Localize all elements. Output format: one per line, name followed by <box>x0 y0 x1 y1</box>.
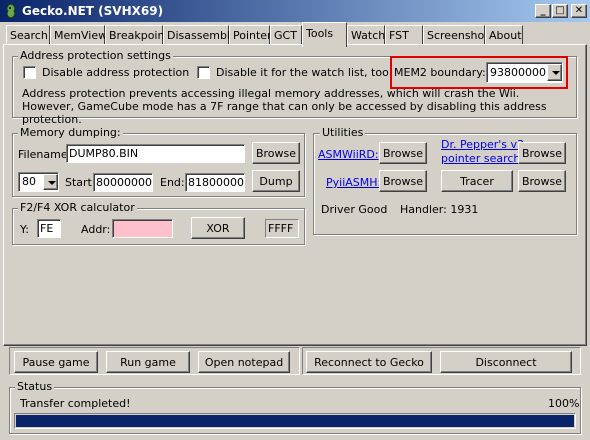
status-text: Transfer completed! <box>20 397 131 410</box>
tab-watch[interactable]: Watch <box>347 25 385 45</box>
dump-button[interactable]: Dump <box>252 170 300 192</box>
open-notepad-button[interactable]: Open notepad <box>198 351 290 373</box>
tab-screenshot[interactable]: Screenshot <box>423 25 489 45</box>
progress-percent: 100% <box>548 397 580 410</box>
start-label: Start: <box>65 176 96 189</box>
xor-button[interactable]: XOR <box>191 217 245 239</box>
address-protection-title: Address protection settings <box>18 49 173 62</box>
asmwiird-browse-button[interactable]: Browse <box>379 142 427 164</box>
addr-input[interactable] <box>112 219 173 238</box>
disable-address-protection-label: Disable address protection <box>42 66 190 79</box>
asmwiird-link[interactable]: ASMWiiRD: <box>318 148 379 161</box>
handler-version: Handler: 1931 <box>400 203 479 216</box>
maximize-button[interactable]: □ <box>552 4 568 18</box>
minimize-button[interactable]: _ <box>535 4 551 18</box>
tab-breakpoint[interactable]: Breakpoint <box>105 25 169 45</box>
tracer-browse-button[interactable]: Browse <box>518 170 566 192</box>
tab-memview[interactable]: MemView <box>50 25 107 45</box>
end-address-input[interactable]: 81800000 <box>185 173 245 192</box>
tab-pointer[interactable]: Pointer <box>229 25 272 45</box>
title-bar[interactable]: Gecko.NET (SVHX69) _ □ ✕ <box>0 0 590 22</box>
disconnect-button[interactable]: Disconnect <box>440 351 572 373</box>
region-dropdown-arrow-icon[interactable] <box>43 174 58 190</box>
disable-watch-list-checkbox[interactable] <box>197 66 210 79</box>
memory-dumping-title: Memory dumping: <box>18 126 123 139</box>
progress-bar <box>14 413 576 429</box>
tab-fst[interactable]: FST <box>385 25 423 45</box>
progress-bar-fill <box>16 415 574 427</box>
drpepper-link-line2[interactable]: pointer search : <box>441 152 528 165</box>
disable-watch-list-label: Disable it for the watch list, too! <box>216 66 394 79</box>
tab-about[interactable]: About <box>485 25 523 45</box>
tab-tools[interactable]: Tools <box>302 22 347 47</box>
run-game-button[interactable]: Run game <box>106 351 190 373</box>
drpepper-browse-button[interactable]: Browse <box>518 142 566 164</box>
start-address-input[interactable]: 80000000 <box>93 173 153 192</box>
xor-calculator-title: F2/F4 XOR calculator <box>18 201 137 214</box>
y-input[interactable]: FE <box>37 219 61 238</box>
utilities-title: Utilities <box>320 126 366 139</box>
pause-game-button[interactable]: Pause game <box>14 351 98 373</box>
mem2-dropdown-arrow-icon[interactable] <box>547 64 562 81</box>
addr-label: Addr: <box>81 223 111 236</box>
status-title: Status <box>15 380 55 393</box>
xor-result: FFFF <box>265 219 299 238</box>
mem2-boundary-label: MEM2 boundary: <box>394 66 486 79</box>
pyiiasmh-link[interactable]: PyiiASMH: <box>326 176 381 189</box>
tab-disassembly[interactable]: Disassembly <box>163 25 237 45</box>
gecko-app-icon <box>6 3 16 19</box>
disable-address-protection-checkbox[interactable] <box>23 66 36 79</box>
reconnect-button[interactable]: Reconnect to Gecko <box>306 351 432 373</box>
pyiiasmh-browse-button[interactable]: Browse <box>379 170 427 192</box>
tab-gct[interactable]: GCT <box>270 25 302 45</box>
address-protection-description: Address protection prevents accessing il… <box>22 87 547 126</box>
filename-input[interactable]: DUMP80.BIN <box>66 144 245 163</box>
y-label: Y: <box>20 223 29 236</box>
end-label: End: <box>160 176 185 189</box>
window-title: Gecko.NET (SVHX69) <box>22 4 164 18</box>
close-button[interactable]: ✕ <box>571 4 587 18</box>
dump-browse-button[interactable]: Browse <box>252 142 300 164</box>
filename-label: Filename: <box>18 148 72 161</box>
drpepper-link-line1[interactable]: Dr. Pepper's v3 <box>441 138 524 151</box>
driver-status: Driver Good <box>321 203 388 216</box>
tracer-button[interactable]: Tracer <box>441 170 513 192</box>
tab-search[interactable]: Search <box>6 25 50 45</box>
